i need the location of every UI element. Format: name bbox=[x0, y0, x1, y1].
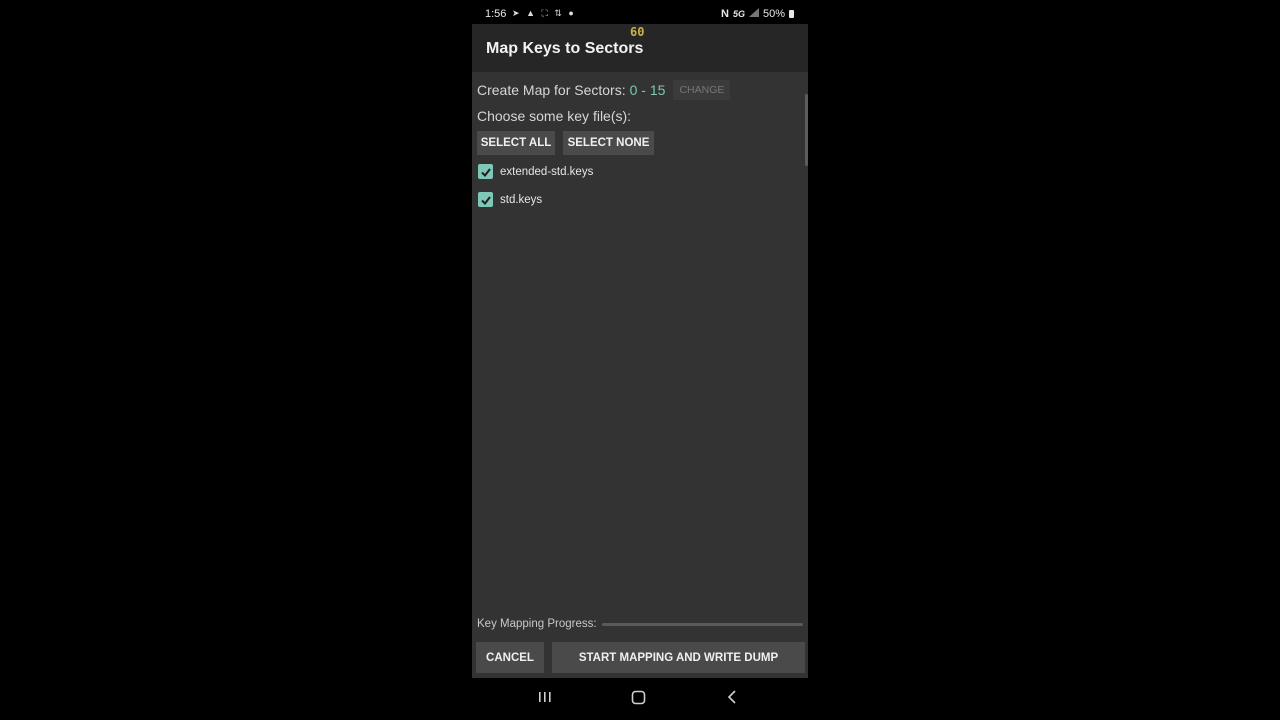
notification-icon: ● bbox=[568, 8, 576, 18]
recents-icon[interactable] bbox=[538, 690, 552, 709]
start-mapping-button[interactable]: START MAPPING AND WRITE DUMP bbox=[552, 642, 805, 673]
navigation-bar bbox=[472, 678, 808, 720]
status-time: 1:56 bbox=[485, 8, 507, 20]
page-title: Map Keys to Sectors bbox=[486, 40, 644, 57]
checkbox-checked[interactable] bbox=[478, 192, 493, 207]
key-file-name: extended-std.keys bbox=[500, 165, 594, 178]
sector-range-value: 0 - 15 bbox=[629, 82, 666, 98]
progress-bar bbox=[601, 622, 803, 626]
checkbox-checked[interactable] bbox=[478, 164, 493, 179]
key-file-item[interactable]: extended-std.keys bbox=[478, 164, 593, 179]
battery-icon bbox=[789, 10, 794, 18]
select-none-button[interactable]: SELECT NONE bbox=[563, 131, 654, 155]
fps-counter: 60 bbox=[630, 25, 645, 39]
screenshot-icon: ⛶ bbox=[541, 8, 550, 18]
choose-key-files-label: Choose some key file(s): bbox=[477, 108, 632, 124]
sector-range-row: Create Map for Sectors: 0 - 15 CHANGE bbox=[477, 80, 731, 100]
alert-icon: ▲ bbox=[526, 8, 537, 18]
key-file-name: std.keys bbox=[500, 193, 543, 206]
data-speed-icon: ⇅ bbox=[554, 8, 564, 18]
signal-icon bbox=[748, 8, 759, 20]
scrollbar[interactable] bbox=[805, 94, 808, 166]
check-icon bbox=[480, 195, 491, 205]
key-file-item[interactable]: std.keys bbox=[478, 192, 542, 207]
phone-screen: 1:56 ➤ ▲ ⛶ ⇅ ● N 5G 50% Map Keys to Sect… bbox=[472, 0, 808, 720]
status-system-icons: N 5G 50% bbox=[721, 8, 794, 20]
battery-level: 50% bbox=[762, 8, 785, 20]
nfc-icon: N bbox=[721, 8, 729, 20]
progress-label: Key Mapping Progress: bbox=[477, 618, 597, 630]
check-icon bbox=[480, 167, 491, 177]
select-all-button[interactable]: SELECT ALL bbox=[477, 131, 555, 155]
sector-label: Create Map for Sectors: bbox=[477, 82, 626, 98]
5g-icon: 5G bbox=[732, 9, 745, 19]
back-icon[interactable] bbox=[726, 690, 738, 709]
telegram-icon: ➤ bbox=[512, 8, 522, 18]
cancel-button[interactable]: CANCEL bbox=[476, 642, 544, 673]
progress-row: Key Mapping Progress: bbox=[477, 618, 803, 630]
status-notification-icons: ➤ ▲ ⛶ ⇅ ● bbox=[512, 8, 576, 19]
main-content: Create Map for Sectors: 0 - 15 CHANGE Ch… bbox=[472, 72, 808, 678]
change-sectors-button[interactable]: CHANGE bbox=[673, 80, 731, 100]
home-icon[interactable] bbox=[631, 690, 646, 710]
